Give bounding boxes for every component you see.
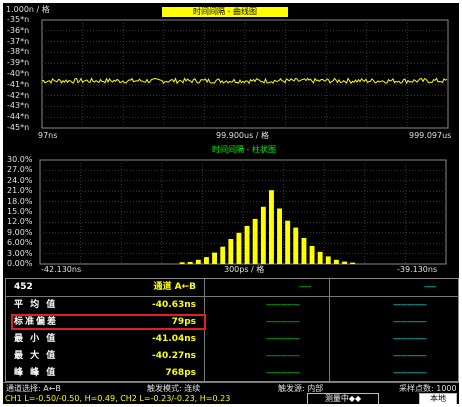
bottom-chart-grid: [40, 160, 446, 264]
dash-cyan: --------------: [393, 334, 427, 343]
histogram-bar: [236, 232, 242, 264]
stat-value-mean: -40.63ns: [152, 300, 196, 310]
histogram-bar: [317, 251, 323, 264]
stat-row-peak-to-peak: 峰 峰 值 768ps -------------- -------------…: [6, 365, 458, 381]
histogram-bar: [179, 262, 185, 264]
dash-cyan: --------------: [393, 300, 427, 309]
histogram-bar: [350, 262, 356, 264]
dash-green: --------------: [266, 300, 300, 309]
histogram-bar: [293, 227, 299, 264]
channel-level-bar: CH1 L=-0.50/-0.50, H=0.49, CH2 L=-0.23/-…: [3, 393, 459, 404]
histogram-bar: [260, 206, 266, 264]
stat-value-max: -40.27ns: [152, 351, 196, 361]
dash-green: --------------: [266, 317, 300, 326]
dash-cyan: --------------: [393, 317, 427, 326]
histogram-bar: [228, 239, 234, 264]
stat-label-max: 最 大 值: [14, 351, 58, 361]
histogram-bar: [252, 218, 258, 264]
histogram-bar: [342, 261, 347, 264]
histogram-bar: [285, 220, 291, 264]
stat-value-min: -41.04ns: [152, 334, 196, 344]
stat-label-min: 最 小 值: [14, 334, 58, 344]
stats-header-row: 452 通道 A←B ----- -----: [6, 279, 458, 295]
channel-levels: CH1 L=-0.50/-0.50, H=0.49, CH2 L=-0.23/-…: [5, 394, 231, 403]
dash-green: --------------: [266, 368, 300, 377]
channel-header: 通道 A←B: [153, 282, 197, 292]
stddev-highlight-box: [11, 314, 206, 330]
histogram-bar: [220, 246, 226, 264]
stat-row-max: 最 大 值 -40.27ns -------------- ----------…: [6, 348, 458, 364]
stat-value-peak-to-peak: 768ps: [165, 368, 196, 378]
histogram-bar: [309, 246, 315, 264]
statistics-table: 452 通道 A←B ----- ----- 平 均 值 -40.63ns --…: [5, 278, 459, 382]
local-mode-button[interactable]: 本地: [419, 393, 457, 404]
dash-green: --------------: [266, 351, 300, 360]
histogram-bar: [204, 257, 209, 264]
histogram-bar: [325, 256, 331, 264]
histogram-bar: [212, 252, 217, 264]
bottom-chart-plot: [39, 159, 447, 265]
dash-cyan: --------------: [393, 351, 427, 360]
instrument-screen: 1.000n / 格 时间间隔 - 曲线图 -35*n -36*n -37*n -38…: [3, 3, 459, 404]
dash-green: --------------: [266, 334, 300, 343]
stat-row-min: 最 小 值 -41.04ns -------------- ----------…: [6, 331, 458, 347]
histogram-bar: [244, 225, 250, 264]
histogram-bar: [333, 259, 339, 264]
stat-label-mean: 平 均 值: [14, 300, 58, 310]
header-dash-cyan: -----: [424, 282, 436, 291]
dash-cyan: --------------: [393, 368, 427, 377]
histogram-bar: [269, 190, 274, 264]
histogram-bar: [187, 261, 193, 264]
histogram-bar: [277, 208, 282, 264]
measuring-indicator: 测量中◆◆: [307, 393, 379, 404]
stat-label-peak-to-peak: 峰 峰 值: [14, 368, 58, 378]
sample-count: 452: [14, 282, 33, 292]
histogram-bar: [301, 238, 307, 264]
stat-row-mean: 平 均 值 -40.63ns -------------- ----------…: [6, 297, 458, 313]
histogram-bar: [195, 259, 201, 264]
header-dash-green: -----: [299, 282, 311, 291]
